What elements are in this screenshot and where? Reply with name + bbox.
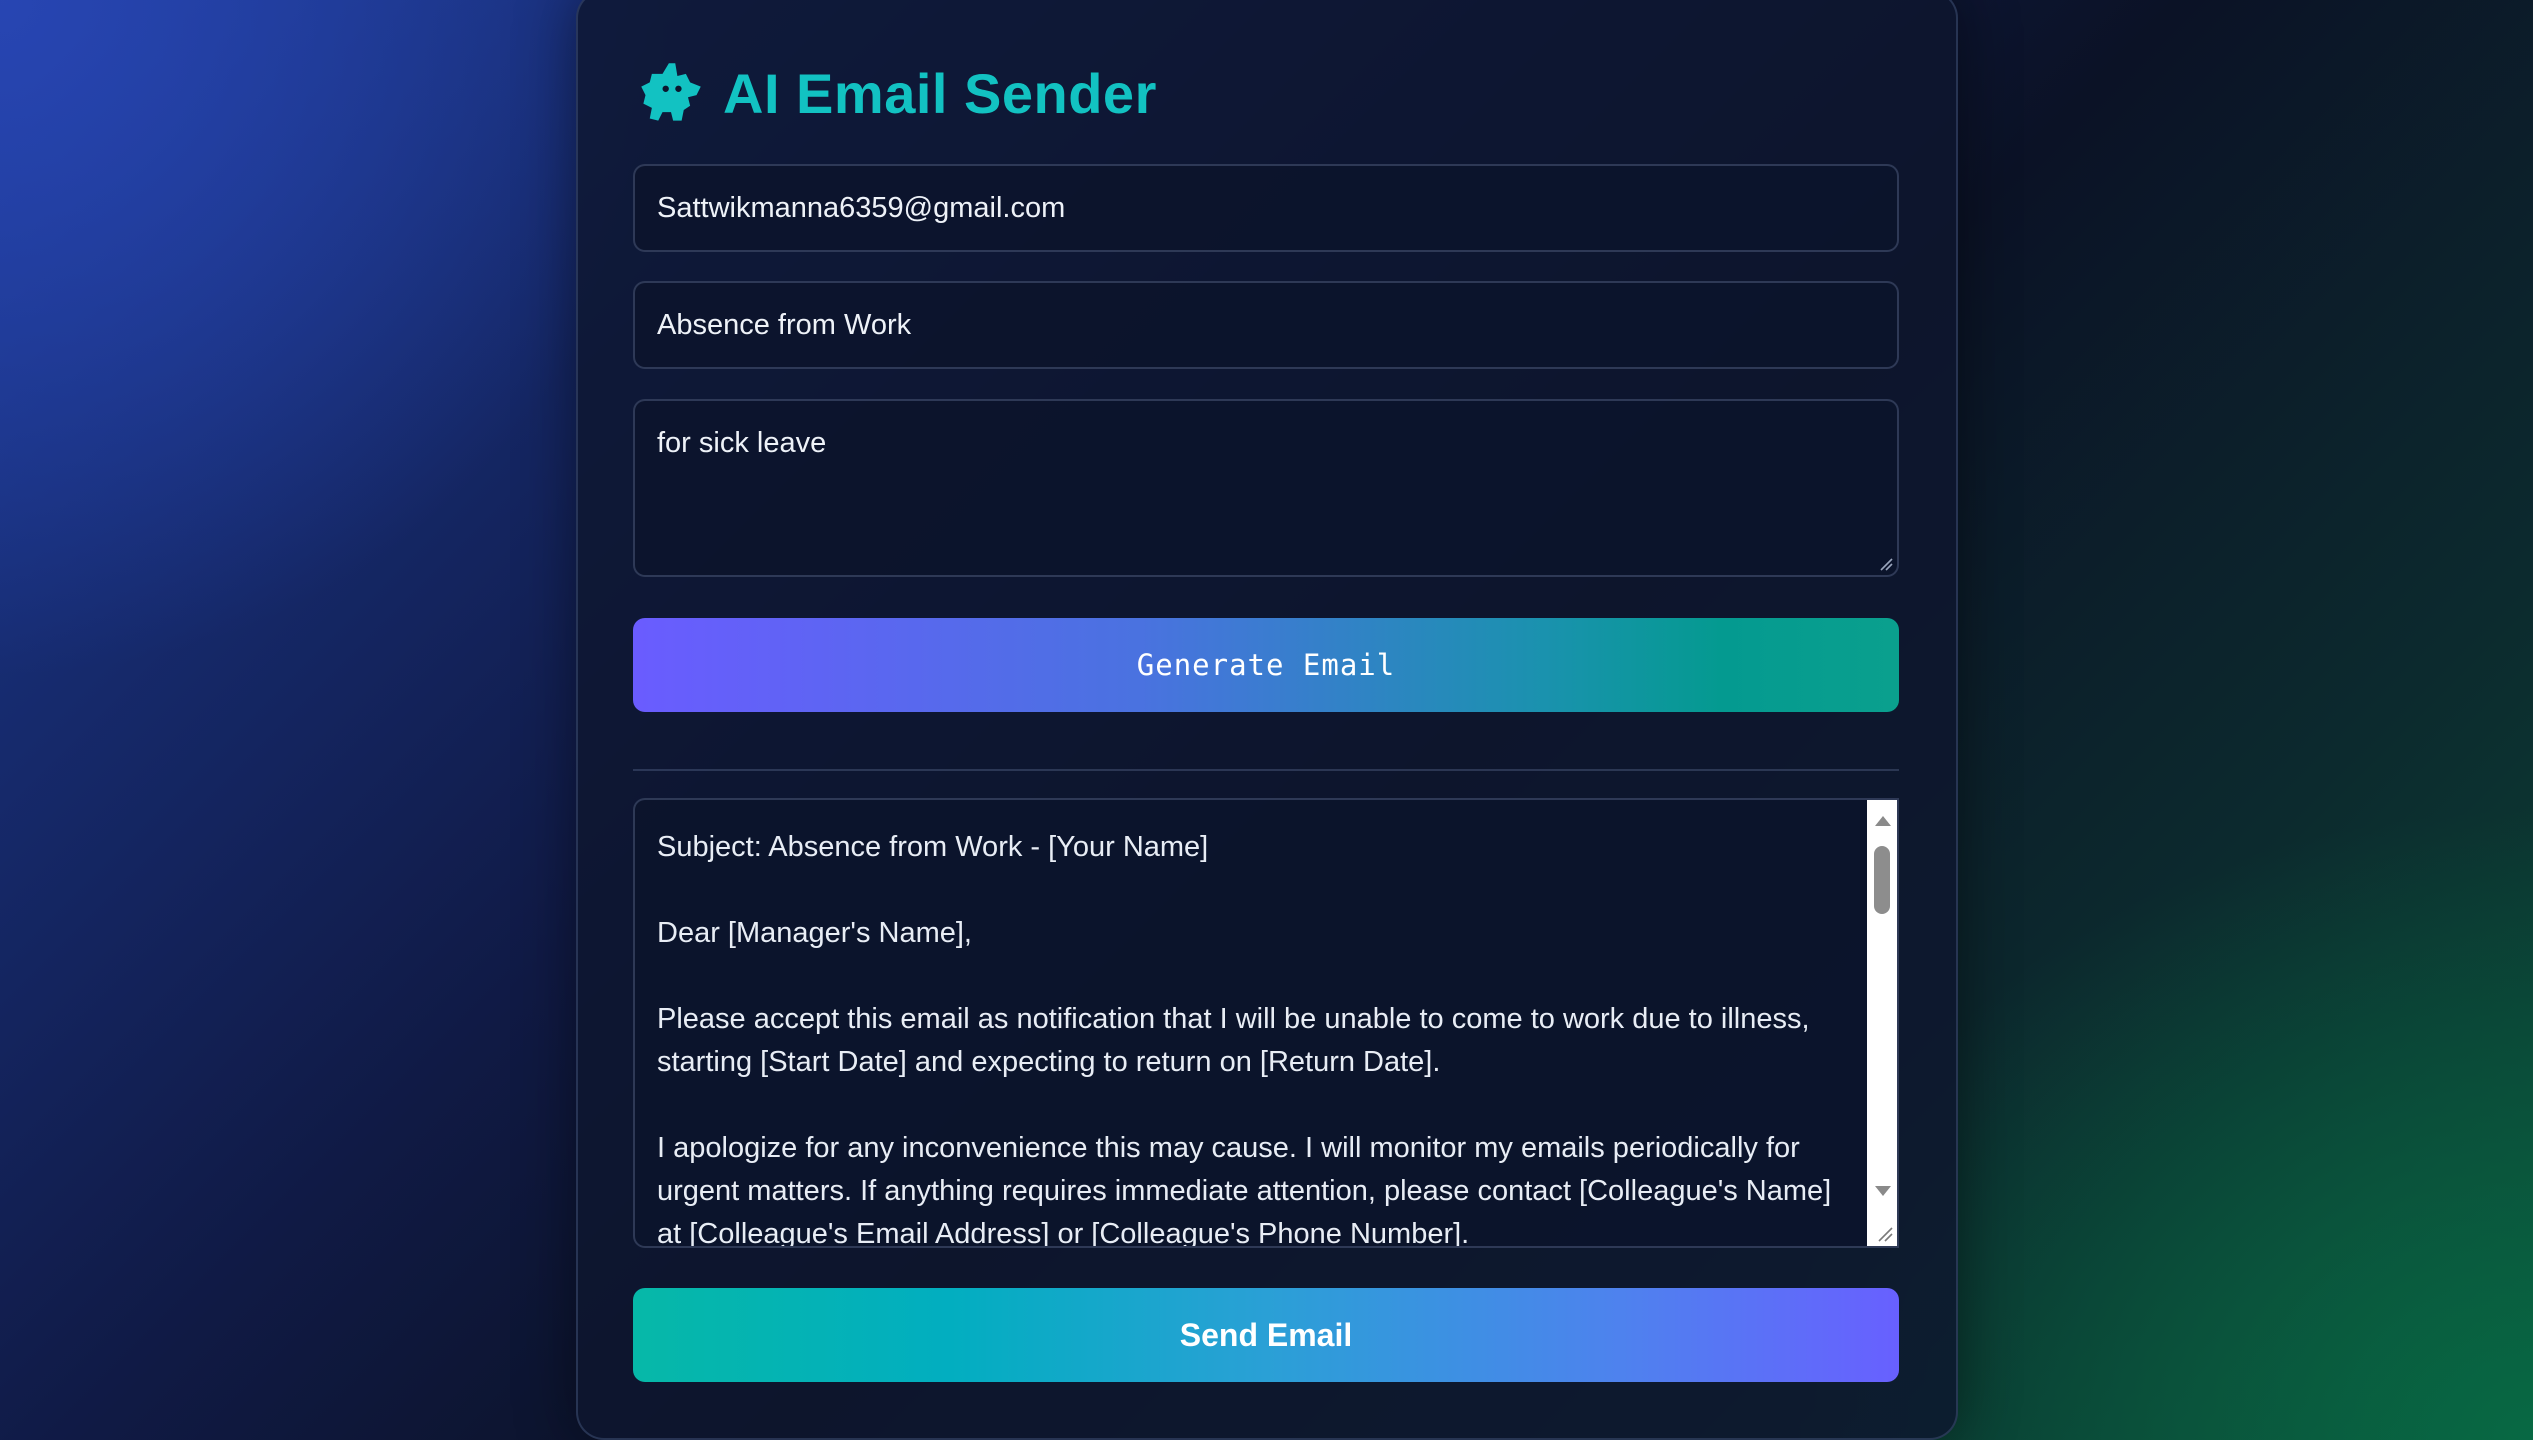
send-email-button[interactable]: Send Email [633, 1288, 1899, 1382]
scroll-down-arrow-icon[interactable] [1875, 1186, 1891, 1196]
email-line: Dear [Manager's Name], [657, 917, 972, 949]
divider [633, 769, 1899, 771]
email-line: I apologize for any inconvenience this m… [657, 1132, 1832, 1248]
email-line: Subject: Absence from Work - [Your Name] [657, 831, 1209, 863]
scroll-thumb[interactable] [1874, 846, 1890, 914]
scroll-up-arrow-icon[interactable] [1875, 816, 1891, 826]
resize-grip-icon[interactable] [1879, 557, 1893, 571]
resize-grip-icon[interactable] [1877, 1226, 1893, 1242]
email-line: Please accept this email as notification… [657, 1003, 1810, 1078]
generated-email-textarea[interactable]: Subject: Absence from Work - [Your Name]… [633, 798, 1899, 1248]
generated-email-body: Subject: Absence from Work - [Your Name]… [657, 826, 1845, 1248]
recipient-email-value: Sattwikmanna6359@gmail.com [657, 191, 1066, 224]
robot-icon [641, 63, 701, 121]
header: AI Email Sender [637, 58, 1157, 128]
subject-input[interactable]: Absence from Work [633, 281, 1899, 369]
vertical-scrollbar[interactable] [1867, 800, 1897, 1246]
prompt-textarea[interactable]: for sick leave [633, 399, 1899, 577]
app-title: AI Email Sender [723, 61, 1157, 125]
prompt-value: for sick leave [657, 427, 827, 459]
generate-email-button[interactable]: Generate Email [633, 618, 1899, 712]
subject-value: Absence from Work [657, 308, 912, 341]
recipient-email-input[interactable]: Sattwikmanna6359@gmail.com [633, 164, 1899, 252]
